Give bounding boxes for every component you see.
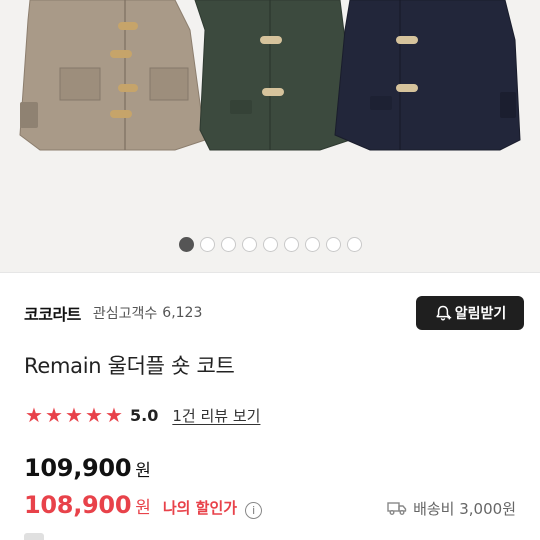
shipping-fee-label: 배송비 3,000원 (413, 499, 516, 518)
alarm-subscribe-label: 알림받기 (454, 306, 507, 322)
star-icon: ★ (85, 403, 103, 427)
carousel-dot[interactable] (325, 237, 341, 252)
product-photo (19, 0, 521, 151)
carousel-dot[interactable] (220, 237, 236, 252)
star-icon: ★ (25, 403, 43, 427)
seller-row: 코코라트 관심고객수 6,123 알림받기 (24, 296, 524, 330)
alarm-subscribe-button[interactable]: 알림받기 (416, 296, 524, 330)
carousel-dot[interactable] (199, 237, 215, 252)
star-icon: ★ (105, 403, 123, 427)
beige-coat-image (19, 0, 206, 151)
carousel-indicator (0, 237, 540, 257)
truck-icon (387, 502, 407, 515)
carousel-dot[interactable] (283, 237, 299, 252)
discount-price-row: 108,900 원 나의 할인가 i (24, 491, 263, 523)
carousel-dot[interactable] (304, 237, 320, 252)
favorite-customers-count: 6,123 (162, 305, 203, 321)
peek-badge (24, 533, 44, 540)
original-price-unit: 원 (135, 461, 151, 481)
original-price-row: 109,900 원 (24, 454, 151, 486)
shipping-fee: 배송비 3,000원 (387, 496, 516, 520)
star-icon: ★ (65, 403, 83, 427)
favorite-customers-label: 관심고객수 (92, 306, 158, 322)
discount-price-unit: 원 (135, 498, 151, 518)
next-row-peek (24, 532, 44, 540)
info-icon[interactable]: i (245, 502, 263, 519)
rating-score: 5.0 (130, 405, 159, 425)
star-icon: ★ (45, 403, 63, 427)
navy-coat-image (334, 0, 521, 151)
seller-name[interactable]: 코코라트 (24, 301, 81, 325)
carousel-dot[interactable] (241, 237, 257, 252)
carousel-dot[interactable] (262, 237, 278, 252)
product-image-carousel[interactable] (0, 0, 540, 272)
product-title: Remain 울더플 숏 코트 (24, 354, 235, 378)
star-rating: ★ ★ ★ ★ ★ (24, 405, 124, 425)
carousel-dot[interactable] (346, 237, 362, 252)
section-divider (0, 272, 540, 273)
carousel-dot[interactable] (178, 237, 194, 252)
my-discount-label: 나의 할인가 (162, 499, 238, 517)
bell-plus-icon (436, 305, 451, 321)
green-coat-image (194, 0, 351, 151)
review-link[interactable]: 1건 리뷰 보기 (172, 405, 260, 426)
rating-row: ★ ★ ★ ★ ★ 5.0 1건 리뷰 보기 (24, 402, 260, 428)
discount-price: 108,900 (24, 491, 132, 519)
original-price: 109,900 (24, 454, 132, 482)
